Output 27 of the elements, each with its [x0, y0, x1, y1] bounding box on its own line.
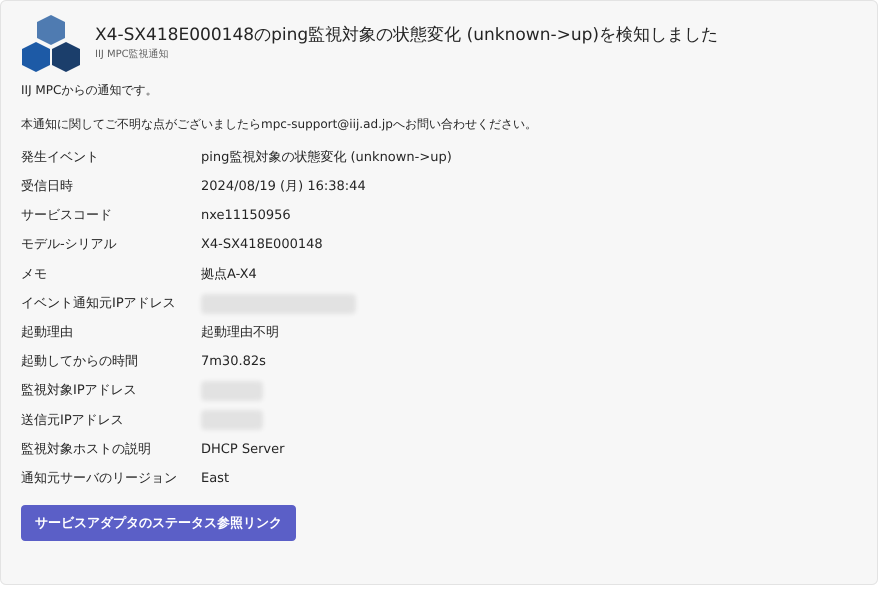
fact-value: 起動理由不明 — [201, 324, 279, 342]
fact-label: 監視対象ホストの説明 — [21, 440, 151, 459]
intro-text: 本通知に関してご不明な点がございましたらmpc-support@iij.ad.jpへお問い合わせください。 — [21, 116, 538, 133]
fact-value: DHCP Server — [201, 440, 284, 459]
fact-label: 起動してからの時間 — [21, 353, 138, 372]
fact-value: 7m30.82s — [201, 353, 266, 372]
message-title: X4-SX418E000148のping監視対象の状態変化 (unknown->up)を検知しました — [95, 25, 718, 46]
fact-label: 受信日時 — [21, 178, 73, 196]
intro-text: IIJ MPCからの通知です。 — [21, 82, 158, 99]
fact-value: X4-SX418E000148 — [201, 236, 323, 254]
fact-value: nxe11150956 — [201, 207, 291, 226]
fact-label: メモ — [21, 266, 47, 284]
fact-label: 通知元サーバのリージョン — [21, 470, 177, 488]
fact-value: East — [201, 470, 230, 488]
sender-name: IIJ MPC監視通知 — [95, 48, 170, 62]
fact-label: 監視対象IPアドレス — [21, 382, 137, 400]
fact-label: 送信元IPアドレス — [21, 412, 124, 430]
fact-value: 拠点A-X4 — [201, 266, 257, 284]
fact-label: サービスコード — [21, 207, 112, 226]
fact-value: 2024/08/19 (月) 16:38:44 — [201, 178, 366, 196]
status-link-button[interactable]: サービスアダプタのステータス参照リンク — [21, 505, 296, 542]
fact-label: 発生イベント — [21, 148, 99, 167]
fact-label: モデル-シリアル — [21, 236, 117, 254]
hexagon-logo-icon — [21, 15, 81, 73]
fact-value: ping監視対象の状態変化 (unknown->up) — [201, 148, 452, 167]
fact-label: イベント通知元IPアドレス — [21, 294, 176, 313]
fact-label: 起動理由 — [21, 324, 73, 342]
